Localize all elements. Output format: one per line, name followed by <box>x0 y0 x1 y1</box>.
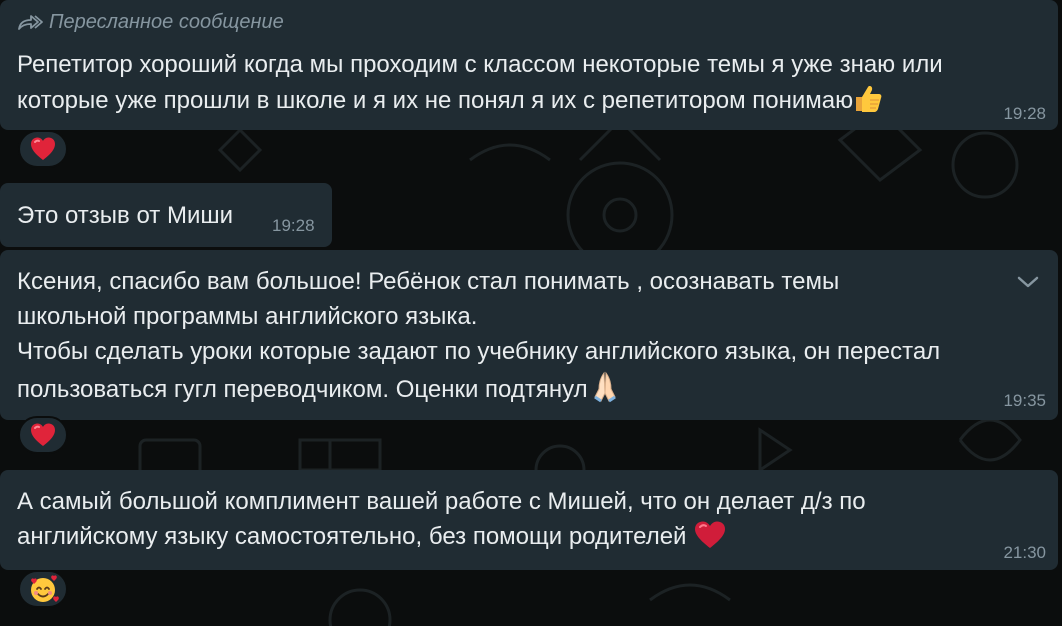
reaction-badge[interactable] <box>18 416 68 454</box>
message-line-with-emoji: английскому языку самостоятельно, без по… <box>17 519 866 560</box>
chevron-down-icon[interactable] <box>1016 274 1040 290</box>
message-line-with-emoji: пользоваться гугл переводчиком. Оценки п… <box>17 369 940 413</box>
message-text: А самый большой комплимент вашей работе … <box>17 484 866 560</box>
forwarded-label: Пересланное сообщение <box>49 11 284 33</box>
reaction-badge[interactable] <box>18 130 68 168</box>
message-bubble[interactable]: Пересланное сообщение Репетитор хороший … <box>0 0 1058 130</box>
message-text: Это отзыв от Миши <box>17 198 233 233</box>
message-line: Чтобы сделать уроки которые задают по уч… <box>17 338 941 365</box>
message-line-with-emoji: которые уже прошли в школе и я их не пон… <box>17 82 943 124</box>
message-bubble[interactable]: Это отзыв от Миши 19:28 <box>0 183 332 247</box>
reaction-badge[interactable] <box>18 570 68 608</box>
thumbs-up-icon <box>853 82 885 124</box>
message-time: 19:28 <box>1003 104 1046 123</box>
smiling-face-with-hearts-icon <box>31 575 59 602</box>
message-line: которые уже прошли в школе и я их не пон… <box>17 87 854 114</box>
message-line: английскому языку самостоятельно, без по… <box>17 523 687 550</box>
message-line: Это отзыв от Миши <box>17 202 234 229</box>
message-text: Ксения, спасибо вам большое! Ребёнок ста… <box>17 264 940 413</box>
folded-hands-icon <box>588 369 622 413</box>
message-line: А самый большой комплимент вашей работе … <box>17 488 866 515</box>
red-heart-icon <box>31 423 55 446</box>
message-text: Репетитор хороший когда мы проходим с кл… <box>17 47 943 124</box>
red-heart-icon <box>693 520 727 560</box>
message-time: 21:30 <box>1003 543 1046 562</box>
forwarded-header: Пересланное сообщение <box>17 11 284 34</box>
message-line: Репетитор хороший когда мы проходим с кл… <box>17 51 943 78</box>
forward-arrow-icon <box>18 14 43 30</box>
message-line: школьной программы английского языка. <box>17 303 478 330</box>
message-bubble[interactable]: А самый большой комплимент вашей работе … <box>0 470 1058 570</box>
message-time: 19:28 <box>272 216 315 235</box>
message-bubble[interactable]: Ксения, спасибо вам большое! Ребёнок ста… <box>0 250 1058 420</box>
message-time: 19:35 <box>1003 391 1046 410</box>
red-heart-icon <box>31 137 55 160</box>
message-line: пользоваться гугл переводчиком. Оценки п… <box>17 376 588 403</box>
message-line: Ксения, спасибо вам большое! Ребёнок ста… <box>17 268 840 295</box>
